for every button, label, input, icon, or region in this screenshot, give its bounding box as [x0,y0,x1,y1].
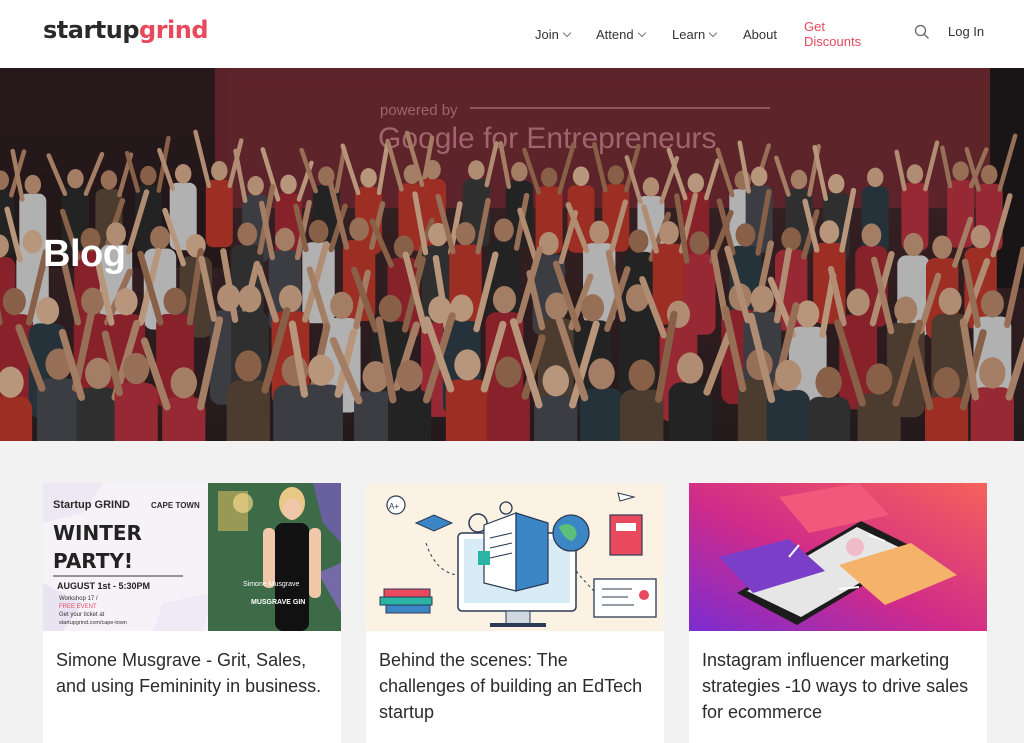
nav-learn-label: Learn [672,26,706,42]
chevron-down-icon [637,28,646,37]
card-image-edtech-illustration: A+ [366,483,664,631]
nav-discounts-label: Get Discounts [804,19,862,49]
poster-line-3: Get your ticket at [59,612,105,618]
chevron-down-icon [562,28,572,37]
card-title[interactable]: Simone Musgrave - Grit, Sales, and using… [43,631,341,699]
nav-get-discounts[interactable]: Get Discounts [804,19,861,49]
nav-join[interactable]: Join [535,26,572,42]
nav-about-label: About [743,26,777,42]
poster-line-2: FREE EVENT [59,604,97,610]
poster-speaker-brand: MUSGRAVE GIN [251,599,305,606]
hero-crowd-photo: powered by Google for Entrepreneurs [0,68,1024,441]
card-image-winter-party: Startup GRIND CAPE TOWN WINTER PARTY! AU… [43,483,341,631]
nav-learn[interactable]: Learn [672,26,718,42]
poster-brand: Startup GRIND [53,499,130,511]
hero-banner: powered by Google for Entrepreneurs Blog [0,68,1024,441]
login-link[interactable]: Log In [948,24,984,39]
blog-card[interactable]: Startup GRIND CAPE TOWN WINTER PARTY! AU… [43,483,341,743]
nav-attend-label: Attend [596,26,634,42]
blog-card[interactable]: A+ Behind the scenes: The challenges of … [366,483,664,743]
startupgrind-logo[interactable]: startupgrind [43,16,209,44]
logo-text-grind: grind [139,16,209,44]
page-title: Blog [43,233,126,275]
nav-join-label: Join [535,26,559,42]
site-header: startupgrind Join Attend Learn About Get… [0,0,1024,68]
poster-line-1: Workshop 17 / [59,596,98,602]
poster-line-4: startupgrind.com/cape-town [59,620,127,626]
chevron-down-icon [709,28,718,37]
edtech-badge: A+ [389,502,399,511]
poster-date: AUGUST 1st - 5:30PM [57,581,150,591]
poster-headline-2: PARTY! [53,549,133,573]
poster-headline-1: WINTER [53,521,142,545]
blog-card[interactable]: Instagram influencer marketing strategie… [689,483,987,743]
nav-about[interactable]: About [743,27,777,42]
poster-location: CAPE TOWN [151,501,200,510]
poster-speaker-name: Simone Musgrave [243,581,300,588]
search-icon[interactable] [914,24,930,40]
card-image-instagram-marketing [689,483,987,631]
card-title[interactable]: Behind the scenes: The challenges of bui… [366,631,664,725]
nav-attend[interactable]: Attend [596,26,646,42]
logo-text-startup: startup [43,16,140,44]
card-title[interactable]: Instagram influencer marketing strategie… [689,631,987,725]
